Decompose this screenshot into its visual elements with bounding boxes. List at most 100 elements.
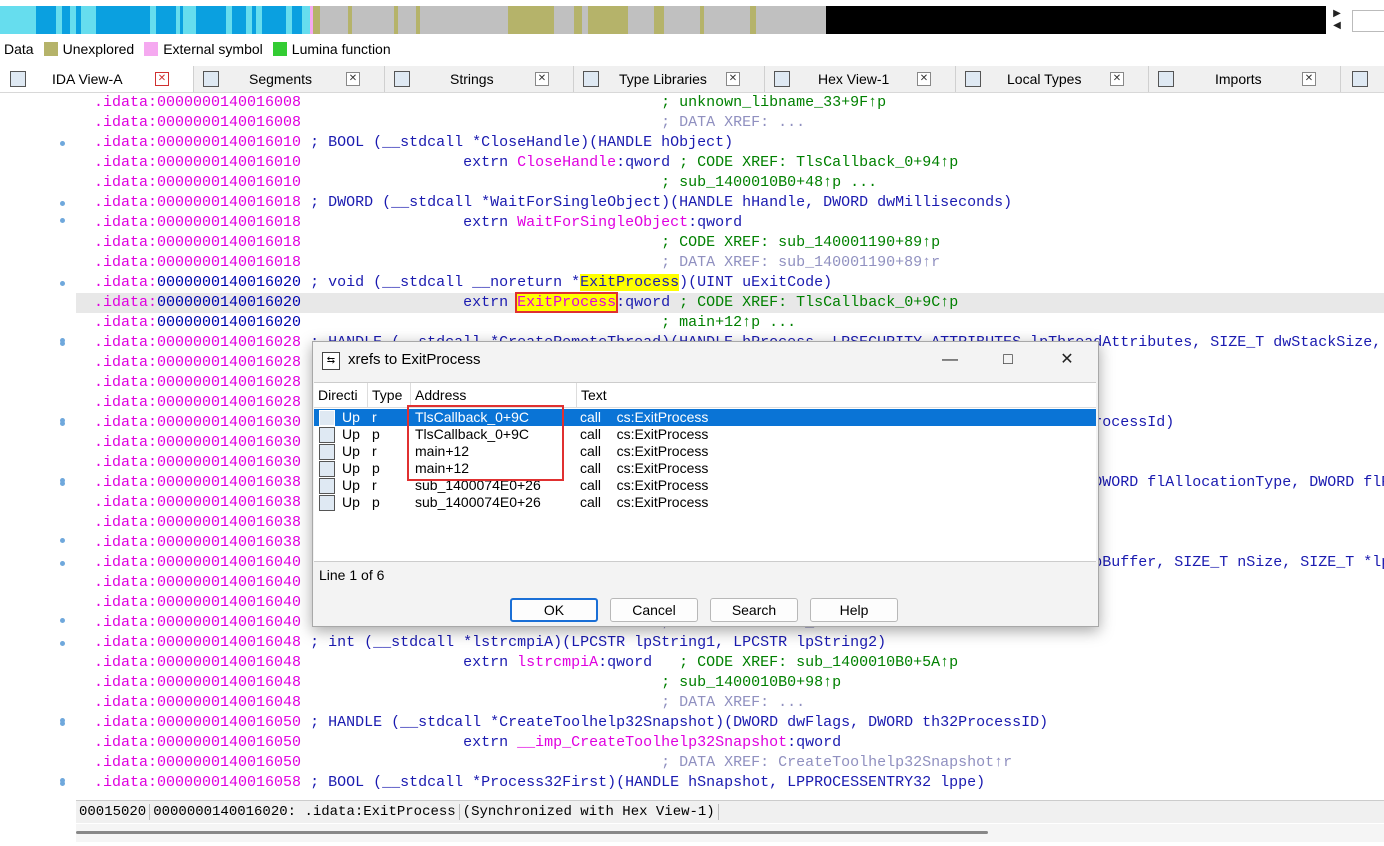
line-text: ; DATA XREF: ... (301, 114, 806, 131)
search-button[interactable]: Search (710, 598, 798, 622)
line-text: ; unknown_libname_33+9F↑p (301, 94, 887, 111)
code-line[interactable]: .idata:0000000140016020 ; main+12↑p ... (76, 313, 1384, 333)
legend-label: External symbol (163, 41, 263, 57)
breakpoint-dot-icon[interactable] (60, 478, 65, 483)
close-tab-icon[interactable]: ✕ (155, 72, 169, 86)
breakpoint-dot-icon[interactable] (60, 538, 65, 543)
import-name[interactable]: CloseHandle (517, 154, 616, 171)
tab-local-types[interactable]: Local Types ✕ (955, 66, 1149, 92)
breakpoint-dot-icon[interactable] (60, 218, 65, 223)
code-line[interactable]: .idata:0000000140016010 ; sub_1400010B0+… (76, 173, 1384, 193)
nav-right-arrow-icon[interactable]: ▶ (1330, 8, 1344, 20)
segment-name: .idata: (94, 474, 158, 491)
close-tab-icon[interactable]: ✕ (917, 72, 931, 86)
breakpoint-dot-icon[interactable] (60, 718, 65, 723)
nav-segment (654, 6, 664, 34)
code-line[interactable]: .idata:0000000140016010 extrn CloseHandl… (76, 153, 1384, 173)
code-line[interactable]: .idata:0000000140016008 ; unknown_libnam… (76, 93, 1384, 113)
dialog-titlebar[interactable]: ⇆ xrefs to ExitProcess — □ ✕ (313, 342, 1098, 378)
xref-row[interactable]: Up p TlsCallback_0+9C call cs:ExitProcess (314, 426, 1096, 443)
horizontal-scrollbar[interactable] (76, 824, 1384, 842)
xref-icon (319, 444, 335, 460)
segment-name: .idata: (94, 734, 158, 751)
xref-row[interactable]: Up r sub_1400074E0+26 call cs:ExitProcess (314, 477, 1096, 494)
xref-row[interactable]: Up r TlsCallback_0+9C call cs:ExitProcess (314, 409, 1096, 426)
breakpoint-dot-icon[interactable] (60, 561, 65, 566)
segment-name: .idata: (94, 774, 158, 791)
ok-button[interactable]: OK (510, 598, 598, 622)
xrefs-list[interactable]: Directi Type Address Text Up r TlsCallback… (314, 382, 1096, 562)
close-tab-icon[interactable]: ✕ (535, 72, 549, 86)
code-line[interactable]: .idata:0000000140016050 ; HANDLE (__stdc… (76, 713, 1384, 733)
column-header-type[interactable]: Type (368, 383, 411, 407)
nav-left-arrow-icon[interactable]: ◀ (1330, 20, 1344, 32)
code-line[interactable]: .idata:0000000140016018 ; DWORD (__stdca… (76, 193, 1384, 213)
tab-hex-view-1[interactable]: Hex View-1 ✕ (764, 66, 956, 92)
code-line[interactable]: .idata:0000000140016048 ; int (__stdcall… (76, 633, 1384, 653)
segment-name: .idata: (94, 394, 158, 411)
code-line[interactable]: .idata:0000000140016020 extrn ExitProces… (76, 292, 1384, 313)
breakpoint-dot-icon[interactable] (60, 778, 65, 783)
segment-name: .idata: (94, 254, 158, 271)
breakpoint-dot-icon[interactable] (60, 201, 65, 206)
highlighted-name[interactable]: ExitProcess (580, 274, 680, 291)
nav-segment (76, 6, 81, 34)
code-line[interactable]: .idata:0000000140016058 ; BOOL (__stdcal… (76, 773, 1384, 793)
column-header-direction[interactable]: Directi (314, 383, 368, 407)
segment-name: .idata: (94, 354, 158, 371)
code-line[interactable]: .idata:0000000140016050 ; DATA XREF: Cre… (76, 753, 1384, 773)
import-name[interactable]: __imp_CreateToolhelp32Snapshot (517, 734, 787, 751)
close-tab-icon[interactable]: ✕ (1110, 72, 1124, 86)
nav-segment (62, 6, 70, 34)
line-address: 0000000140016010 (157, 174, 302, 191)
breakpoint-dot-icon[interactable] (60, 618, 65, 623)
close-tab-icon[interactable]: ✕ (1302, 72, 1316, 86)
breakpoint-dot-icon[interactable] (60, 281, 65, 286)
tab-segments[interactable]: Segments ✕ (193, 66, 385, 92)
help-button[interactable]: Help (810, 598, 898, 622)
close-tab-icon[interactable]: ✕ (726, 72, 740, 86)
nav-scale-box[interactable] (1352, 10, 1384, 32)
code-line[interactable]: .idata:0000000140016010 ; BOOL (__stdcal… (76, 133, 1384, 153)
type-libraries-icon (583, 71, 599, 87)
breakpoint-dot-icon[interactable] (60, 641, 65, 646)
code-line[interactable]: .idata:0000000140016020 ; void (__stdcal… (76, 273, 1384, 293)
close-button[interactable]: ✕ (1044, 346, 1090, 374)
tab-ida-view-a[interactable]: IDA View-A ✕ (0, 66, 194, 92)
xref-direction: Up (342, 443, 360, 459)
import-name[interactable]: WaitForSingleObject (517, 214, 688, 231)
breakpoint-dot-icon[interactable] (60, 141, 65, 146)
close-tab-icon[interactable]: ✕ (346, 72, 360, 86)
code-line[interactable]: .idata:0000000140016018 ; CODE XREF: sub… (76, 233, 1384, 253)
code-line[interactable]: .idata:0000000140016018 extrn WaitForSin… (76, 213, 1384, 233)
code-line[interactable]: .idata:0000000140016008 ; DATA XREF: ... (76, 113, 1384, 133)
code-line[interactable]: .idata:0000000140016048 ; DATA XREF: ... (76, 693, 1384, 713)
line-address: 0000000140016028 (157, 374, 302, 391)
breakpoint-dot-icon[interactable] (60, 418, 65, 423)
column-header-text[interactable]: Text (577, 383, 1096, 407)
code-line[interactable]: .idata:0000000140016018 ; DATA XREF: sub… (76, 253, 1384, 273)
legend-swatch (43, 42, 58, 56)
xref-row[interactable]: Up p sub_1400074E0+26 call cs:ExitProcess (314, 494, 1096, 511)
tab-type-libraries[interactable]: Type Libraries ✕ (573, 66, 765, 92)
breakpoint-dot-icon[interactable] (60, 338, 65, 343)
minimize-button[interactable]: — (927, 346, 973, 374)
navigation-band[interactable] (0, 6, 1326, 34)
code-line[interactable]: .idata:0000000140016048 ; sub_1400010B0+… (76, 673, 1384, 693)
tab-strings[interactable]: Strings ✕ (384, 66, 574, 92)
maximize-button[interactable]: □ (985, 346, 1031, 374)
import-name[interactable]: ExitProcess (515, 292, 619, 313)
code-line[interactable]: .idata:0000000140016048 extrn lstrcmpiA:… (76, 653, 1384, 673)
tab-imports[interactable]: Imports ✕ (1148, 66, 1341, 92)
nav-arrows[interactable]: ▶ ◀ (1330, 8, 1344, 34)
xref-row[interactable]: Up p main+12 call cs:ExitProcess (314, 460, 1096, 477)
import-type: :qword (598, 654, 671, 671)
more-tabs-icon[interactable] (1352, 71, 1368, 87)
column-header-address[interactable]: Address (411, 383, 577, 407)
code-line[interactable]: .idata:0000000140016050 extrn __imp_Crea… (76, 733, 1384, 753)
cancel-button[interactable]: Cancel (610, 598, 698, 622)
line-address: 0000000140016040 (157, 574, 302, 591)
scrollbar-thumb[interactable] (76, 831, 988, 834)
xref-row[interactable]: Up r main+12 call cs:ExitProcess (314, 443, 1096, 460)
import-name[interactable]: lstrcmpiA (517, 654, 598, 671)
